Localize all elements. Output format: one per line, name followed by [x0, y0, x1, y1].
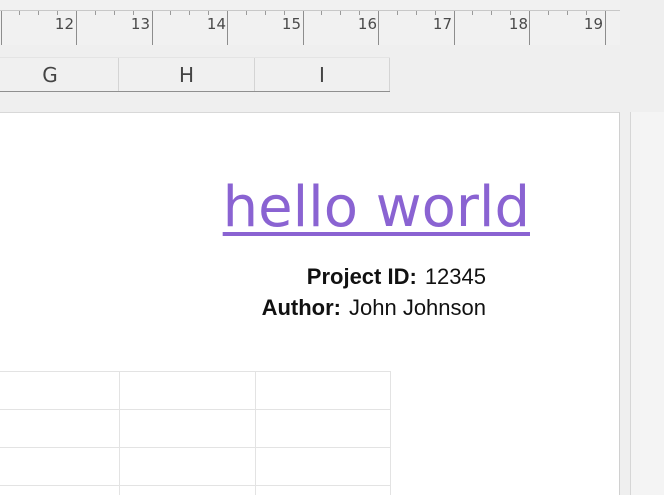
column-header-label: H: [178, 62, 195, 87]
ruler-major-tick: [529, 11, 530, 45]
project-id-line: Project ID: 12345: [307, 266, 486, 288]
author-line: Author: John Johnson: [262, 297, 486, 319]
ruler-number: 12: [54, 15, 74, 33]
ruler-minor-tick: [19, 11, 20, 15]
grid-line: [390, 371, 391, 495]
ruler-minor-tick: [548, 11, 549, 15]
ruler-number: 13: [130, 15, 150, 33]
ruler-number: 18: [508, 15, 528, 33]
ruler-number: 15: [281, 15, 301, 33]
right-side-panel: [630, 112, 664, 495]
grid-line: [0, 371, 390, 372]
spreadsheet-workspace: 12 13 14 15 16 17 18 19 G H I hello worl…: [0, 0, 664, 495]
cell-grid[interactable]: [0, 371, 391, 495]
document-title-link[interactable]: hello world: [223, 180, 530, 236]
grid-line: [119, 371, 120, 495]
ruler-minor-tick: [321, 11, 322, 15]
ruler-number: 16: [357, 15, 377, 33]
column-header-bar: G H I: [0, 57, 390, 92]
grid-line: [0, 409, 390, 410]
ruler-minor-tick: [95, 11, 96, 15]
ruler-major-tick: [1, 11, 2, 45]
ruler-major-tick: [303, 11, 304, 45]
ruler-minor-tick: [567, 11, 568, 15]
ruler-major-tick: [76, 11, 77, 45]
ruler-number: 14: [206, 15, 226, 33]
grid-line: [0, 447, 390, 448]
ruler-minor-tick: [246, 11, 247, 15]
column-header-label: G: [42, 62, 58, 87]
ruler-major-tick: [605, 11, 606, 45]
ruler-minor-tick: [189, 11, 190, 15]
ruler-major-tick: [378, 11, 379, 45]
horizontal-ruler[interactable]: 12 13 14 15 16 17 18 19: [0, 0, 620, 45]
ruler-baseline: [0, 10, 620, 11]
column-header-label: I: [319, 62, 325, 87]
ruler-minor-tick: [472, 11, 473, 15]
ruler-minor-tick: [491, 11, 492, 15]
grid-line: [255, 371, 256, 495]
project-id-value: 12345: [424, 264, 486, 289]
ruler-minor-tick: [265, 11, 266, 15]
column-header-g[interactable]: G: [0, 58, 119, 91]
author-label: Author:: [261, 295, 341, 320]
ruler-minor-tick: [397, 11, 398, 15]
ruler-major-tick: [152, 11, 153, 45]
column-header-h[interactable]: H: [119, 58, 255, 91]
author-value: John Johnson: [349, 295, 486, 320]
ruler-major-tick: [227, 11, 228, 45]
ruler-minor-tick: [416, 11, 417, 15]
ruler-number: 19: [583, 15, 603, 33]
ruler-major-tick: [454, 11, 455, 45]
ruler-minor-tick: [114, 11, 115, 15]
ruler-number: 17: [432, 15, 452, 33]
project-id-label: Project ID:: [306, 264, 417, 289]
ruler-minor-tick: [38, 11, 39, 15]
ruler-minor-tick: [170, 11, 171, 15]
column-header-i[interactable]: I: [255, 58, 390, 91]
grid-line: [0, 485, 390, 486]
ruler-minor-tick: [340, 11, 341, 15]
